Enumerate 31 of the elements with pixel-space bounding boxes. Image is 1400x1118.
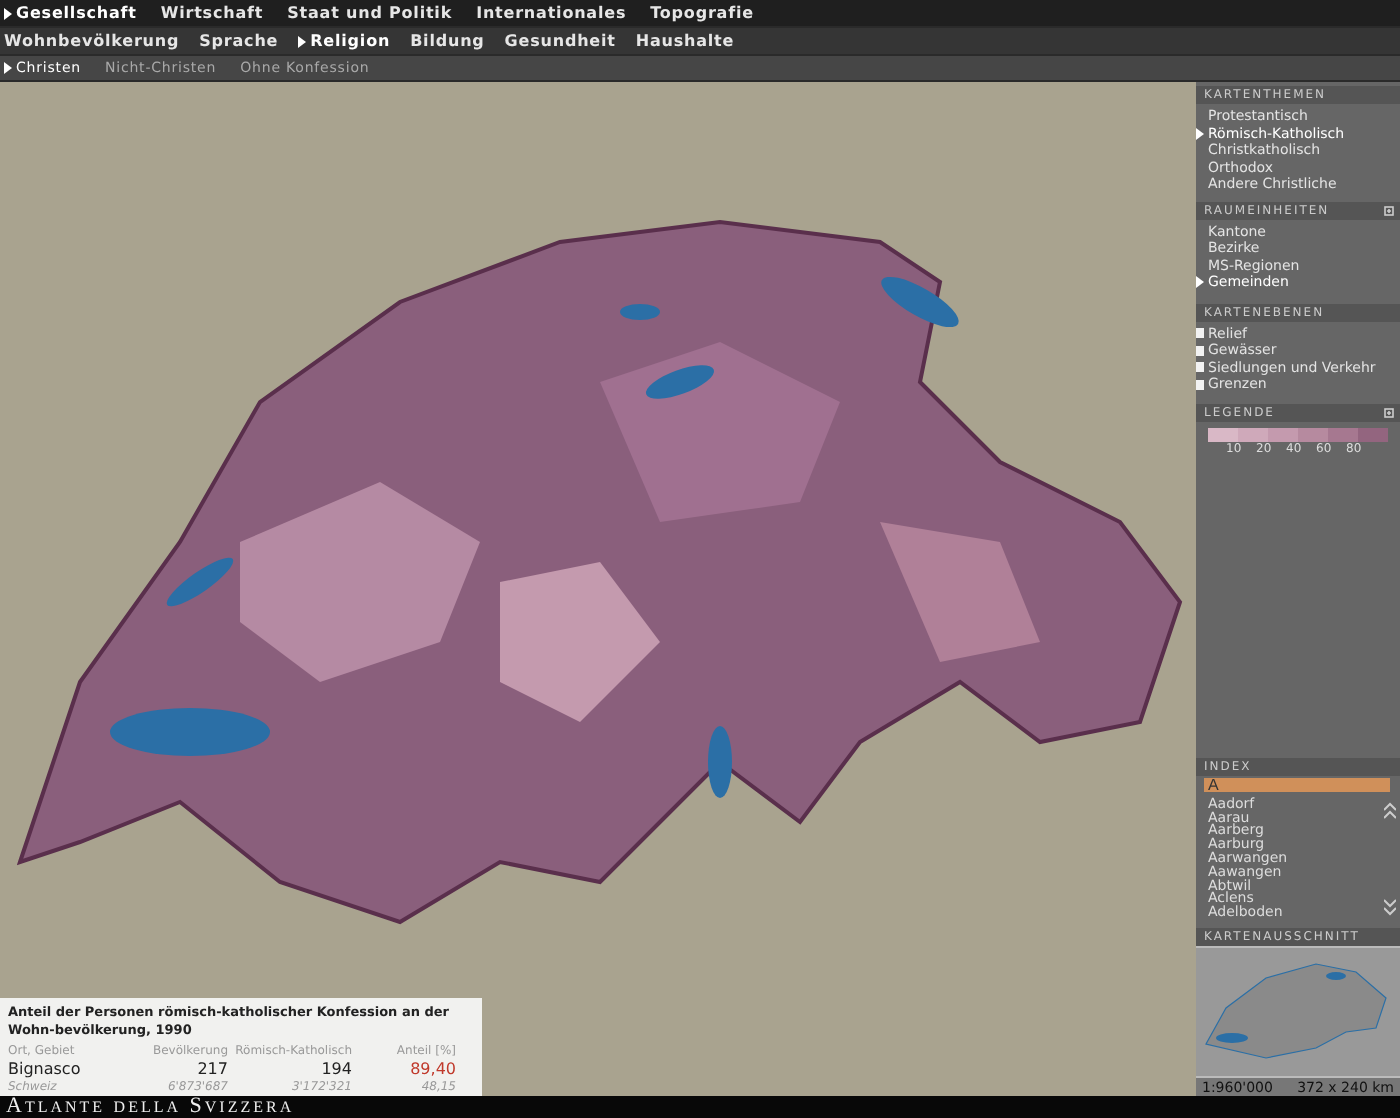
table-cell-text: 194 <box>319 1060 352 1078</box>
table-cell-text: 89,40 <box>408 1060 456 1078</box>
table-cell-text: Bignasco <box>8 1060 83 1078</box>
overview-map[interactable] <box>1196 946 1400 1078</box>
nav-tab[interactable]: Bildung <box>410 32 485 50</box>
triangle-icon <box>1196 276 1204 289</box>
atlas-title: Atlante della Svizzera <box>6 1096 295 1118</box>
checkbox[interactable] <box>1196 379 1204 390</box>
scroll-up-icon[interactable] <box>1384 801 1396 822</box>
nav-tab[interactable]: Religion <box>298 32 391 50</box>
nav-tab[interactable]: Wirtschaft <box>160 4 264 22</box>
table-cell-text: 217 <box>195 1060 228 1078</box>
index-search-field[interactable]: A <box>1204 777 1390 792</box>
scroll-down-icon[interactable] <box>1384 896 1396 916</box>
nav-tab[interactable]: Topografie <box>650 4 754 22</box>
nav-tab[interactable]: Staat und Politik <box>287 4 453 22</box>
triangle-icon <box>4 62 12 74</box>
triangle-icon <box>4 7 12 19</box>
nav-tab[interactable]: Sprache <box>199 32 279 50</box>
triangle-icon <box>1196 127 1204 140</box>
nav-tab[interactable]: Gesundheit <box>504 32 616 50</box>
nav-tab[interactable]: Wohnbevölkerung <box>4 32 180 50</box>
nav-tab[interactable]: Haushalte <box>635 32 735 50</box>
expand-icon[interactable] <box>1384 407 1394 417</box>
nav-tab[interactable]: Internationales <box>476 4 627 22</box>
triangle-icon <box>298 35 307 47</box>
checkbox[interactable] <box>1196 345 1204 356</box>
expand-icon[interactable] <box>1384 205 1394 215</box>
nav-tab[interactable]: Gesellschaft <box>4 4 137 22</box>
checkbox[interactable] <box>1196 328 1204 339</box>
checkbox[interactable] <box>1196 362 1204 373</box>
